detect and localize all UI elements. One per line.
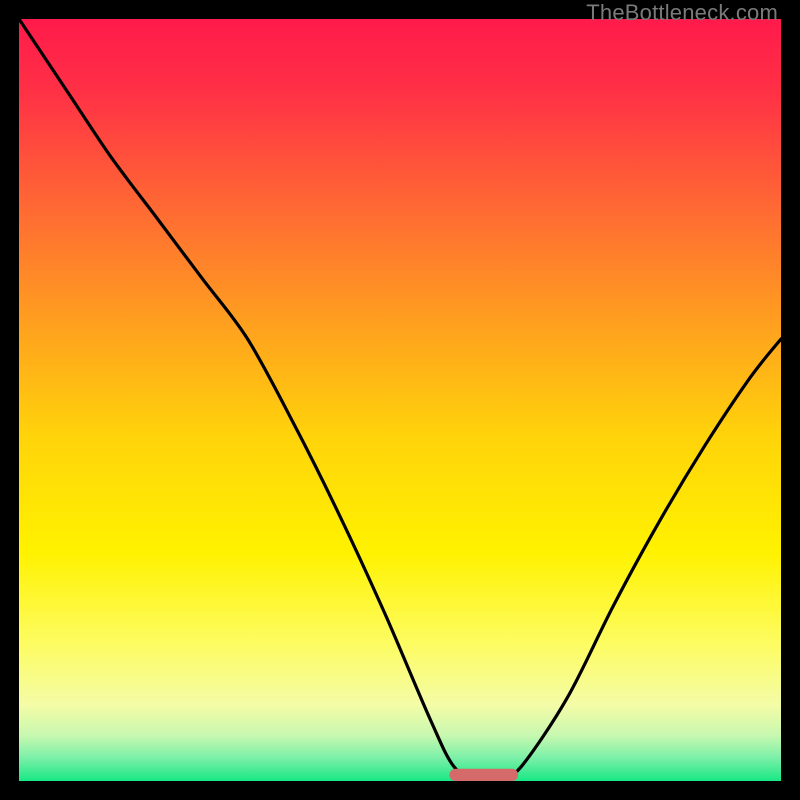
optimal-marker (450, 769, 519, 781)
chart-background (19, 19, 781, 781)
watermark-text: TheBottleneck.com (586, 0, 778, 26)
bottleneck-chart (19, 19, 781, 781)
chart-frame (19, 19, 781, 781)
